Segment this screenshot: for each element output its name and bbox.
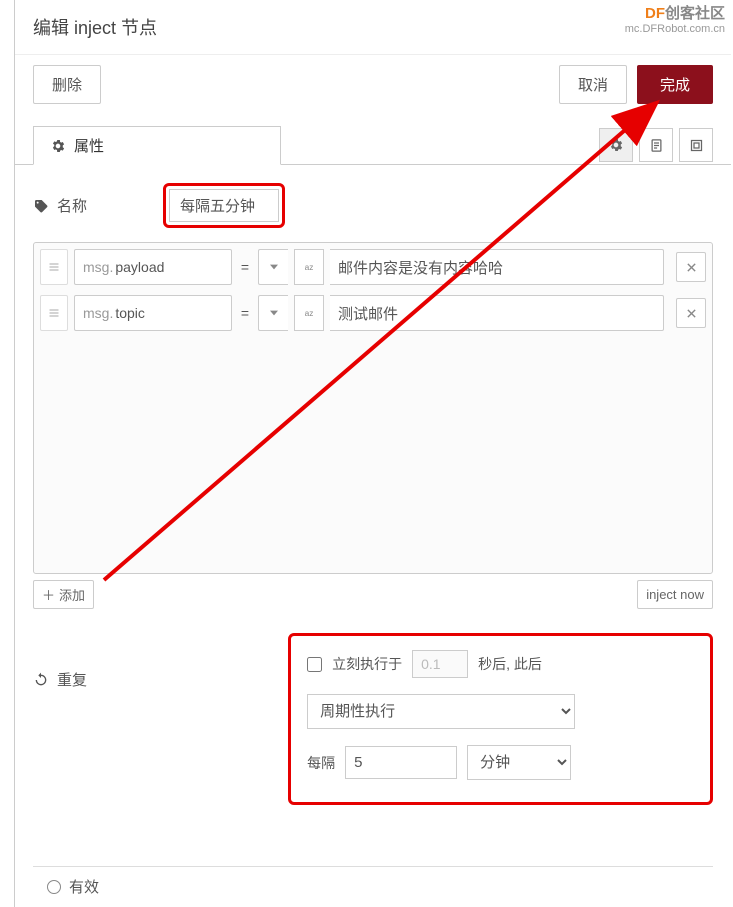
drag-handle-icon[interactable] (40, 249, 68, 285)
property-row: msg. = az (40, 249, 706, 285)
tab-properties[interactable]: 属性 (33, 126, 281, 165)
form-area: 名称 msg. = az (15, 165, 731, 805)
document-icon (649, 138, 664, 153)
property-row: msg. = az (40, 295, 706, 331)
delete-button[interactable]: 删除 (33, 65, 101, 104)
equals-sign: = (238, 305, 252, 321)
name-row: 名称 (33, 183, 713, 228)
add-button[interactable]: ＋ 添加 (33, 580, 94, 609)
property-value-input[interactable] (330, 249, 664, 285)
type-dropdown[interactable] (258, 295, 288, 331)
close-icon (686, 308, 697, 319)
equals-sign: = (238, 259, 252, 275)
plus-icon: ＋ (42, 585, 55, 604)
drag-handle-icon[interactable] (40, 295, 68, 331)
name-input[interactable] (169, 189, 279, 222)
property-key-field[interactable]: msg. (74, 295, 232, 331)
tab-description-icon-button[interactable] (639, 128, 673, 162)
edit-panel: 编辑 inject 节点 删除 取消 完成 属性 (14, 0, 731, 907)
properties-list: msg. = az (33, 242, 713, 574)
repeat-mode-select[interactable]: 周期性执行 (307, 694, 575, 729)
every-label: 每隔 (307, 753, 335, 773)
interval-value-input[interactable] (345, 746, 457, 779)
msg-prefix: msg. (75, 259, 113, 275)
cancel-button[interactable]: 取消 (559, 65, 627, 104)
list-actions: ＋ 添加 inject now (33, 580, 713, 609)
tag-icon (33, 198, 49, 214)
tab-label: 属性 (74, 135, 104, 156)
enabled-toggle[interactable]: 有效 (47, 876, 99, 897)
gear-icon (50, 138, 66, 154)
name-highlight (163, 183, 285, 228)
action-bar: 删除 取消 完成 (15, 55, 731, 126)
close-icon (686, 262, 697, 273)
radio-icon (47, 880, 61, 894)
string-type-icon: az (294, 249, 324, 285)
tab-appearance-icon-button[interactable] (679, 128, 713, 162)
enabled-label: 有效 (69, 876, 99, 897)
property-key-input[interactable] (113, 259, 203, 275)
divider (33, 866, 713, 867)
string-type-icon: az (294, 295, 324, 331)
inject-once-checkbox[interactable] (307, 657, 322, 672)
once-label-after: 秒后, 此后 (478, 654, 542, 674)
once-label-before: 立刻执行于 (332, 654, 402, 674)
repeat-icon (33, 672, 49, 688)
repeat-highlight-box: 立刻执行于 秒后, 此后 周期性执行 每隔 分钟 (288, 633, 713, 805)
tabs-row: 属性 (15, 126, 731, 165)
layout-icon (689, 138, 704, 153)
panel-title: 编辑 inject 节点 (15, 0, 731, 55)
tab-settings-icon-button[interactable] (599, 128, 633, 162)
once-delay-input[interactable] (412, 650, 468, 678)
property-value-input[interactable] (330, 295, 664, 331)
property-key-field[interactable]: msg. (74, 249, 232, 285)
delete-row-button[interactable] (676, 252, 706, 282)
property-key-input[interactable] (113, 305, 203, 321)
inject-now-button[interactable]: inject now (637, 580, 713, 609)
repeat-label: 重复 (57, 669, 87, 690)
name-label: 名称 (57, 195, 87, 216)
msg-prefix: msg. (75, 305, 113, 321)
type-dropdown[interactable] (258, 249, 288, 285)
delete-row-button[interactable] (676, 298, 706, 328)
done-button[interactable]: 完成 (637, 65, 713, 104)
interval-unit-select[interactable]: 分钟 (467, 745, 571, 780)
watermark: DF创客社区 mc.DFRobot.com.cn (625, 2, 725, 35)
gear-icon (608, 137, 624, 153)
